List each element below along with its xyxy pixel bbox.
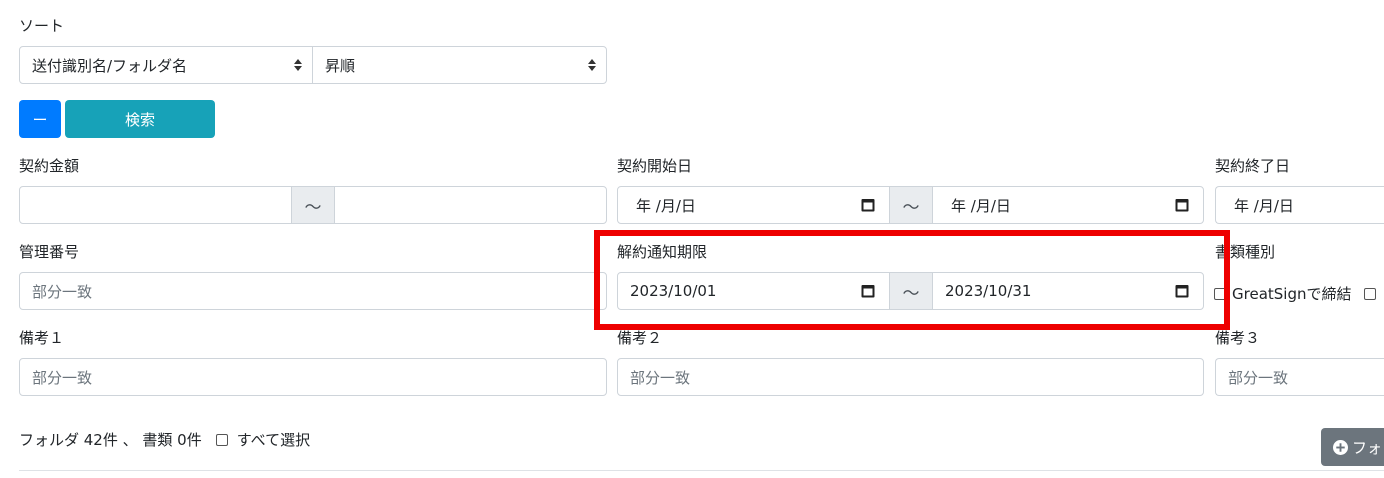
contract-amount-max-input[interactable] <box>334 186 607 224</box>
add-folder-button[interactable]: フォ <box>1321 428 1384 466</box>
highlight-annotation <box>594 230 1230 330</box>
calendar-icon[interactable] <box>861 198 875 212</box>
calendar-icon[interactable] <box>1175 198 1189 212</box>
note3-label: 備考３ <box>1215 329 1261 347</box>
doc-type-other-checkbox[interactable] <box>1364 288 1377 300</box>
range-separator: ～ <box>292 186 334 224</box>
select-all-label: すべて選択 <box>236 431 311 449</box>
input-placeholder: 部分一致 <box>630 368 691 387</box>
collapse-button[interactable]: ー <box>19 100 61 138</box>
note1-input[interactable]: 部分一致 <box>19 358 607 396</box>
note1-label: 備考１ <box>19 329 65 347</box>
contract-amount-label: 契約金額 <box>19 157 80 175</box>
select-arrows-icon <box>294 59 302 71</box>
date-placeholder: 年 /月/日 <box>1234 196 1294 215</box>
management-no-label: 管理番号 <box>19 243 80 261</box>
input-placeholder: 部分一致 <box>1228 368 1289 387</box>
add-folder-label: フォ <box>1352 438 1383 457</box>
input-placeholder: 部分一致 <box>32 368 93 387</box>
doc-type-greatsign-label: GreatSignで締結 <box>1232 285 1352 303</box>
contract-amount-range: ～ <box>19 186 607 224</box>
date-placeholder: 年 /月/日 <box>636 196 696 215</box>
note2-label: 備考２ <box>617 329 663 347</box>
doc-type-options: GreatSignで締結 <box>1214 284 1377 304</box>
note2-input[interactable]: 部分一致 <box>617 358 1204 396</box>
search-page: ソート 送付識別名/フォルダ名 昇順 ー 検索 契約金額 契約開始日 契約終了日… <box>0 0 1384 478</box>
contract-start-range: 年 /月/日 ～ 年 /月/日 <box>617 186 1204 224</box>
sort-order-value: 昇順 <box>325 56 356 75</box>
note3-input[interactable]: 部分一致 <box>1215 358 1384 396</box>
result-summary: フォルダ 42件 、 書類 0件 すべて選択 <box>19 430 310 450</box>
result-count-text: フォルダ 42件 、 書類 0件 <box>19 431 202 449</box>
contract-end-from-date[interactable]: 年 /月/日 <box>1215 186 1384 224</box>
sort-label: ソート <box>19 17 65 35</box>
contract-amount-min-input[interactable] <box>19 186 292 224</box>
sort-order-select[interactable]: 昇順 <box>312 46 607 84</box>
management-no-input[interactable]: 部分一致 <box>19 272 607 310</box>
contract-start-from-date[interactable]: 年 /月/日 <box>617 186 890 224</box>
contract-start-to-date[interactable]: 年 /月/日 <box>932 186 1204 224</box>
range-separator: ～ <box>890 186 932 224</box>
plus-circle-icon <box>1333 439 1348 455</box>
input-placeholder: 部分一致 <box>32 282 93 301</box>
search-button[interactable]: 検索 <box>65 100 215 138</box>
select-all-checkbox[interactable] <box>215 434 228 446</box>
contract-end-label: 契約終了日 <box>1215 157 1291 175</box>
date-placeholder: 年 /月/日 <box>951 196 1011 215</box>
select-arrows-icon <box>588 59 596 71</box>
contract-start-label: 契約開始日 <box>617 157 693 175</box>
divider <box>19 470 1384 471</box>
sort-field-select[interactable]: 送付識別名/フォルダ名 <box>19 46 313 84</box>
sort-field-value: 送付識別名/フォルダ名 <box>32 56 188 75</box>
